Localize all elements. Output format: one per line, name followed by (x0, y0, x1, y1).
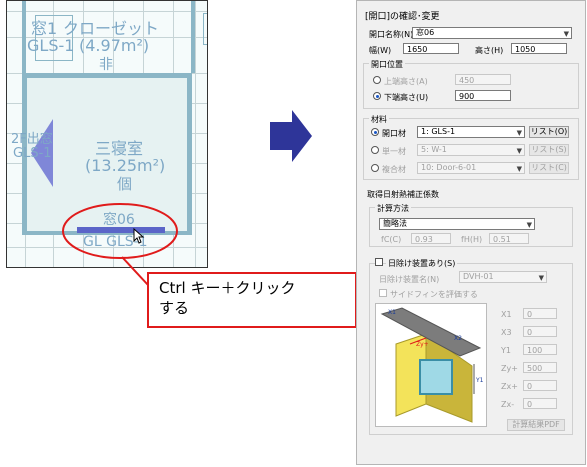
fh-label: fH(H) (461, 235, 483, 244)
param-input[interactable]: 100 (523, 344, 557, 355)
chevron-down-icon: ▼ (526, 221, 532, 229)
closet-room-label: クローゼット (63, 19, 160, 38)
opening-name-combo[interactable]: 窓06 ▼ (412, 27, 572, 39)
material-group-title: 材料 (369, 114, 389, 125)
shade-diagram-graphic: X1 X2 Zy+ Y1 (380, 307, 484, 423)
solar-group-title: 取得日射熱補正係数 (367, 190, 439, 199)
composite-material-label: 複合材 (382, 165, 406, 174)
shade-name-value: DVH-01 (463, 272, 494, 281)
bay-window-type: GLS-1 (13, 146, 52, 161)
diagram-label-y1: Y1 (475, 377, 484, 384)
bedroom-label: 三寝室 (95, 139, 144, 158)
opening-material-combo[interactable]: 1: GLS-1 ▼ (417, 126, 525, 138)
top-height-input[interactable]: 450 (455, 74, 511, 85)
single-material-combo[interactable]: 5: W-1 ▼ (417, 144, 525, 156)
diagram-label-zy: Zy+ (416, 341, 429, 348)
dialog-title: [開口]の確認･変更 (365, 12, 440, 22)
width-input[interactable]: 1650 (403, 43, 459, 54)
single-material-radio[interactable] (371, 146, 379, 154)
param-input[interactable]: 0 (523, 380, 557, 391)
single-material-label: 単一材 (382, 147, 406, 156)
position-group-title: 開口位置 (369, 59, 405, 70)
composite-material-radio[interactable] (371, 164, 379, 172)
bottom-height-radio[interactable] (373, 92, 381, 100)
opening-name-value: 窓06 (416, 28, 435, 37)
param-input[interactable]: 500 (523, 362, 557, 373)
bottom-height-input[interactable]: 900 (455, 90, 511, 101)
list-s-button[interactable]: リスト(S) (529, 144, 569, 156)
param-input[interactable]: 0 (523, 308, 557, 319)
right-arrow-icon (270, 110, 312, 162)
opening-material-label: 開口材 (382, 129, 406, 138)
calc-method-value: 簡略法 (383, 219, 407, 228)
fh-input[interactable]: 0.51 (489, 233, 529, 244)
name-label: 開口名称(N) (369, 30, 414, 39)
calc-method-combo[interactable]: 簡略法 ▼ (379, 218, 535, 230)
opening-properties-dialog: [開口]の確認･変更 開口名称(N) 窓06 ▼ 幅(W) 1650 高さ(H)… (356, 0, 586, 465)
opening-material-radio[interactable] (371, 128, 379, 136)
composite-material-value: 10: Door-6-01 (421, 163, 477, 172)
closet-area-label: (4.97m²) (79, 36, 150, 55)
fc-label: fC(C) (381, 235, 402, 244)
top-height-label: 上端高さ(A) (384, 77, 428, 86)
param-label: X3 (501, 328, 512, 337)
highlight-ellipse (62, 203, 178, 259)
closet-window-label: 窓1 (31, 19, 58, 38)
param-input[interactable]: 0 (523, 398, 557, 409)
composite-material-combo[interactable]: 10: Door-6-01 ▼ (417, 162, 525, 174)
chevron-down-icon: ▼ (563, 30, 569, 38)
calc-result-pdf-button[interactable]: 計算結果PDF (507, 419, 565, 431)
shade-name-combo[interactable]: DVH-01 ▼ (459, 271, 547, 283)
opening-material-value: 1: GLS-1 (421, 127, 456, 136)
side-fin-checkbox[interactable] (379, 289, 387, 297)
shade-name-label: 日除け装置名(N) (379, 275, 440, 284)
param-label: Zx+ (501, 382, 518, 391)
height-label: 高さ(H) (475, 46, 504, 55)
diagram-label-x2: X2 (454, 335, 462, 342)
single-material-value: 5: W-1 (421, 145, 447, 154)
top-height-radio[interactable] (373, 76, 381, 84)
closet-window-type: GLS-1 (27, 36, 75, 55)
fc-input[interactable]: 0.93 (411, 233, 451, 244)
list-c-button[interactable]: リスト(C) (529, 162, 569, 174)
param-label: Y1 (501, 346, 511, 355)
shade-checkbox-label: 日除け装置あり(S) (386, 258, 458, 269)
bottom-height-label: 下端高さ(U) (384, 93, 429, 102)
shade-checkbox[interactable] (375, 258, 383, 266)
chevron-down-icon: ▼ (538, 274, 544, 282)
closet-glyph: 非 (99, 57, 113, 73)
side-fin-label: サイドフィンを評価する (390, 290, 478, 299)
chevron-down-icon: ▼ (516, 147, 522, 155)
height-input[interactable]: 1050 (511, 43, 567, 54)
bay-window-label: 2F出窓 (11, 132, 53, 147)
list-o-button[interactable]: リスト(O) (529, 126, 569, 138)
param-label: X1 (501, 310, 512, 319)
bedroom-glyph: 個 (117, 175, 133, 193)
instruction-callout: Ctrl キー＋クリック する (147, 272, 357, 328)
callout-text: Ctrl キー＋クリック する (159, 279, 296, 317)
chevron-down-icon: ▼ (516, 129, 522, 137)
bedroom-area: (13.25m²) (85, 156, 166, 175)
width-label: 幅(W) (369, 46, 392, 55)
chevron-down-icon: ▼ (516, 165, 522, 173)
shade-diagram: X1 X2 Zy+ Y1 (375, 303, 487, 427)
param-input[interactable]: 0 (523, 326, 557, 337)
param-label: Zy+ (501, 364, 518, 373)
calc-method-title: 計算方法 (375, 203, 411, 214)
diagram-label-x1: X1 (388, 309, 396, 316)
param-label: Zx- (501, 400, 515, 409)
